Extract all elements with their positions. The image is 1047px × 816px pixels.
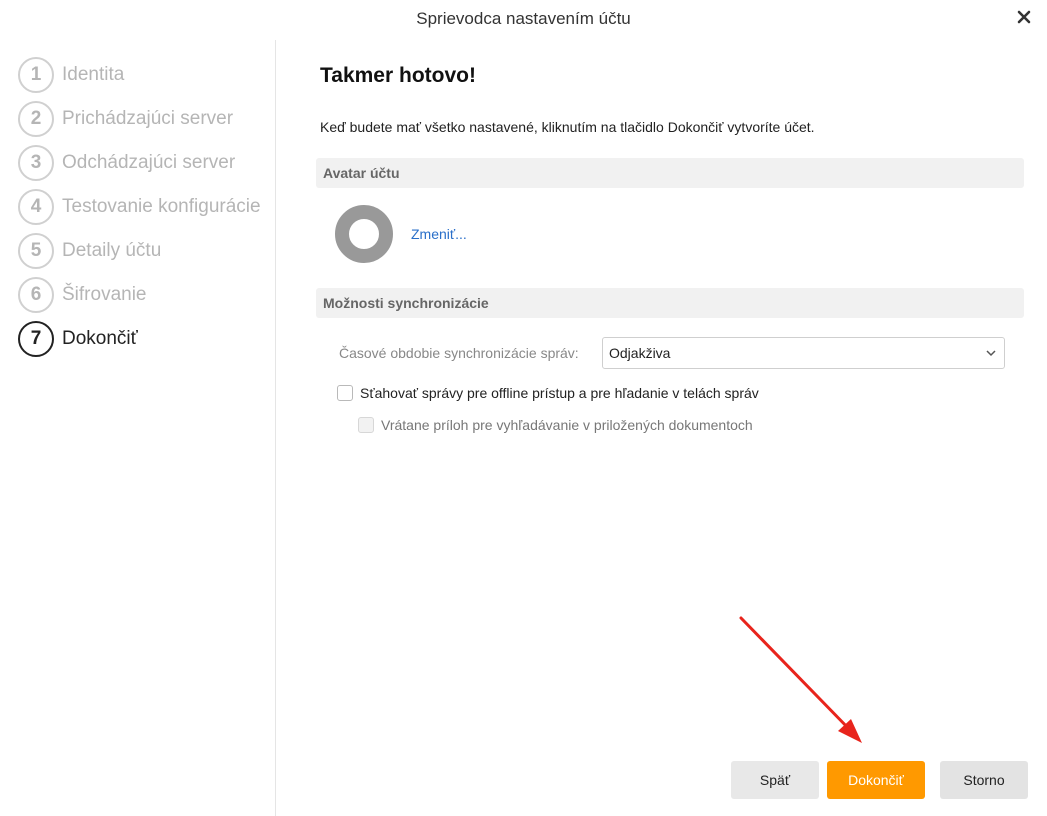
window-title: Sprievodca nastavením účtu [416, 9, 631, 28]
step-number: 5 [18, 233, 54, 269]
offline-download-label: Sťahovať správy pre offline prístup a pr… [360, 385, 759, 401]
step-incoming-server: 2 Prichádzajúci server [18, 101, 233, 137]
avatar-section-header: Avatar účtu [316, 158, 1024, 188]
offline-download-checkbox[interactable] [337, 385, 353, 401]
step-finish: 7 Dokončiť [18, 321, 138, 357]
finish-button[interactable]: Dokončiť [827, 761, 925, 799]
sync-period-label: Časové obdobie synchronizácie správ: [339, 345, 579, 361]
step-number: 3 [18, 145, 54, 181]
sync-section-header: Možnosti synchronizácie [316, 288, 1024, 318]
step-label: Prichádzajúci server [62, 108, 234, 129]
step-label: Dokončiť [62, 328, 138, 349]
step-number: 6 [18, 277, 54, 313]
step-label: Identita [62, 64, 125, 85]
step-config-test: 4 Testovanie konfigurácie [18, 189, 261, 225]
main-panel: Takmer hotovo! Keď budete mať všetko nas… [276, 40, 1047, 816]
step-number: 1 [18, 57, 54, 93]
step-number: 2 [18, 101, 54, 137]
sync-period-value: Odjakživa [609, 345, 671, 361]
step-account-details: 5 Detaily účtu [18, 233, 161, 269]
step-encryption: 6 Šifrovanie [18, 277, 147, 313]
step-number: 4 [18, 189, 54, 225]
attachments-option: Vrátane príloh pre vyhľadávanie v prilož… [358, 417, 753, 433]
close-icon [1017, 10, 1031, 24]
cancel-button[interactable]: Storno [940, 761, 1028, 799]
step-label: Detaily účtu [62, 240, 162, 261]
step-label: Testovanie konfigurácie [62, 196, 261, 217]
step-outgoing-server: 3 Odchádzajúci server [18, 145, 235, 181]
step-label: Šifrovanie [62, 284, 147, 305]
avatar[interactable] [335, 205, 393, 263]
step-label: Odchádzajúci server [62, 152, 236, 173]
step-number: 7 [18, 321, 54, 357]
step-identity: 1 Identita [18, 57, 124, 93]
wizard-steps-sidebar: 1 Identita 2 Prichádzajúci server 3 Odch… [0, 40, 276, 816]
chevron-down-icon [986, 350, 996, 357]
attachments-label: Vrátane príloh pre vyhľadávanie v prilož… [381, 417, 753, 433]
close-button[interactable] [1011, 4, 1037, 30]
page-title: Takmer hotovo! [320, 64, 476, 87]
back-button[interactable]: Späť [731, 761, 819, 799]
offline-download-option[interactable]: Sťahovať správy pre offline prístup a pr… [337, 385, 759, 401]
sync-period-select[interactable]: Odjakživa [602, 337, 1005, 369]
title-bar: Sprievodca nastavením účtu [0, 0, 1047, 38]
page-description: Keď budete mať všetko nastavené, kliknut… [320, 119, 815, 135]
attachments-checkbox [358, 417, 374, 433]
change-avatar-link[interactable]: Zmeniť... [411, 226, 467, 242]
